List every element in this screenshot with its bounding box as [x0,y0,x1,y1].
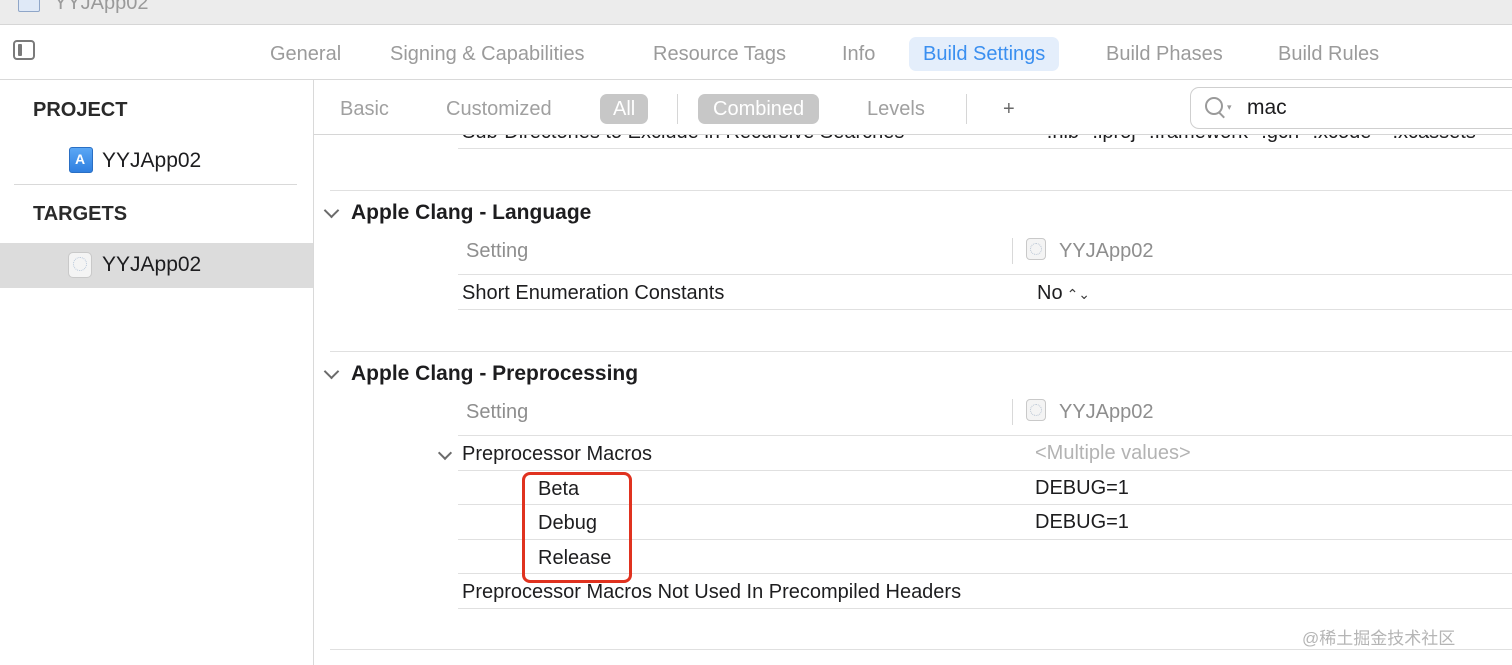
column-header-target: YYJApp02 [1059,240,1154,262]
row-divider [458,608,1512,609]
filter-combined[interactable]: Combined [698,94,820,124]
project-file-icon [18,0,40,12]
expand-chevron-icon[interactable] [437,445,453,461]
stepper-chevrons-icon: ⌃⌄ [1066,286,1091,302]
section-title-language[interactable]: Apple Clang - Language [351,201,591,225]
config-row-value[interactable]: DEBUG=1 [1035,477,1129,500]
filter-levels[interactable]: Levels [867,94,925,124]
row-divider [458,435,1512,436]
filter-basic[interactable]: Basic [340,94,389,124]
sidebar-toggle-icon[interactable] [13,40,35,60]
add-setting-button[interactable]: + [1003,94,1015,124]
search-field[interactable]: ▾ mac [1190,87,1512,129]
column-header-setting: Setting [466,240,529,262]
tab-build-rules[interactable]: Build Rules [1278,37,1379,71]
project-navigator-sidebar: PROJECT YYJApp02 TARGETS YYJApp02 [0,80,314,665]
tab-resource-tags[interactable]: Resource Tags [653,37,786,71]
tab-build-settings[interactable]: Build Settings [909,37,1060,71]
column-header-setting: Setting [466,401,529,423]
tab-build-phases[interactable]: Build Phases [1106,37,1223,71]
setting-row-label: Short Enumeration Constants [462,282,725,304]
target-column-icon [1026,238,1046,260]
editor-tabs-bar: General Signing & Capabilities Resource … [0,25,1512,80]
tab-info[interactable]: Info [842,37,875,71]
row-divider [458,470,1512,471]
build-settings-filter-bar: Basic Customized All Combined Levels + ▾… [314,80,1512,135]
setting-row-value[interactable]: <Multiple values> [1035,442,1191,465]
target-column-icon [1026,399,1046,421]
tab-signing-capabilities[interactable]: Signing & Capabilities [390,37,585,71]
search-input[interactable]: mac [1247,96,1287,120]
disclosure-chevron-icon[interactable] [323,202,340,219]
window-title: YYJApp02 [54,0,149,14]
chevron-down-icon: ▾ [1227,102,1232,112]
search-icon [1205,97,1223,115]
build-settings-table: Sub-Directories to Exclude in Recursive … [314,135,1512,665]
column-separator [1012,399,1013,425]
setting-row-label[interactable]: Sub-Directories to Exclude in Recursive … [462,135,904,144]
window-title-bar: YYJApp02 [0,0,1512,25]
filter-customized[interactable]: Customized [446,94,552,124]
setting-row-value[interactable]: *.nib *.lproj *.framework *.gch *.xcode*… [1039,135,1476,144]
tab-general[interactable]: General [270,37,341,71]
column-separator [1012,238,1013,264]
separator [966,94,967,124]
row-divider [458,148,1512,149]
divider [14,184,297,185]
app-target-icon [68,252,92,278]
setting-row-label: Preprocessor Macros [462,443,653,465]
targets-section-header: TARGETS [33,203,128,225]
separator [677,94,678,124]
row-divider [458,274,1512,275]
filter-all[interactable]: All [600,94,649,124]
project-section-header: PROJECT [33,99,128,121]
section-divider [330,190,1512,191]
section-divider [330,649,1512,650]
annotation-highlight-box [522,472,632,583]
sidebar-item-label: YYJApp02 [102,149,202,172]
watermark: @稀土掘金技术社区 [1302,629,1456,648]
setting-value-text: No [1037,282,1063,304]
disclosure-chevron-icon[interactable] [323,363,340,380]
sidebar-item-label: YYJApp02 [102,253,202,276]
section-title-preprocessing[interactable]: Apple Clang - Preprocessing [351,362,638,386]
row-divider [458,309,1512,310]
section-divider [330,351,1512,352]
setting-value-popup[interactable]: No ⌃⌄ [1037,282,1090,305]
config-row-value[interactable]: DEBUG=1 [1035,511,1129,534]
setting-row-preprocessor-macros-not-used[interactable]: Preprocessor Macros Not Used In Precompi… [462,581,961,604]
column-header-target: YYJApp02 [1059,401,1154,423]
xcodeproj-icon [69,147,93,173]
